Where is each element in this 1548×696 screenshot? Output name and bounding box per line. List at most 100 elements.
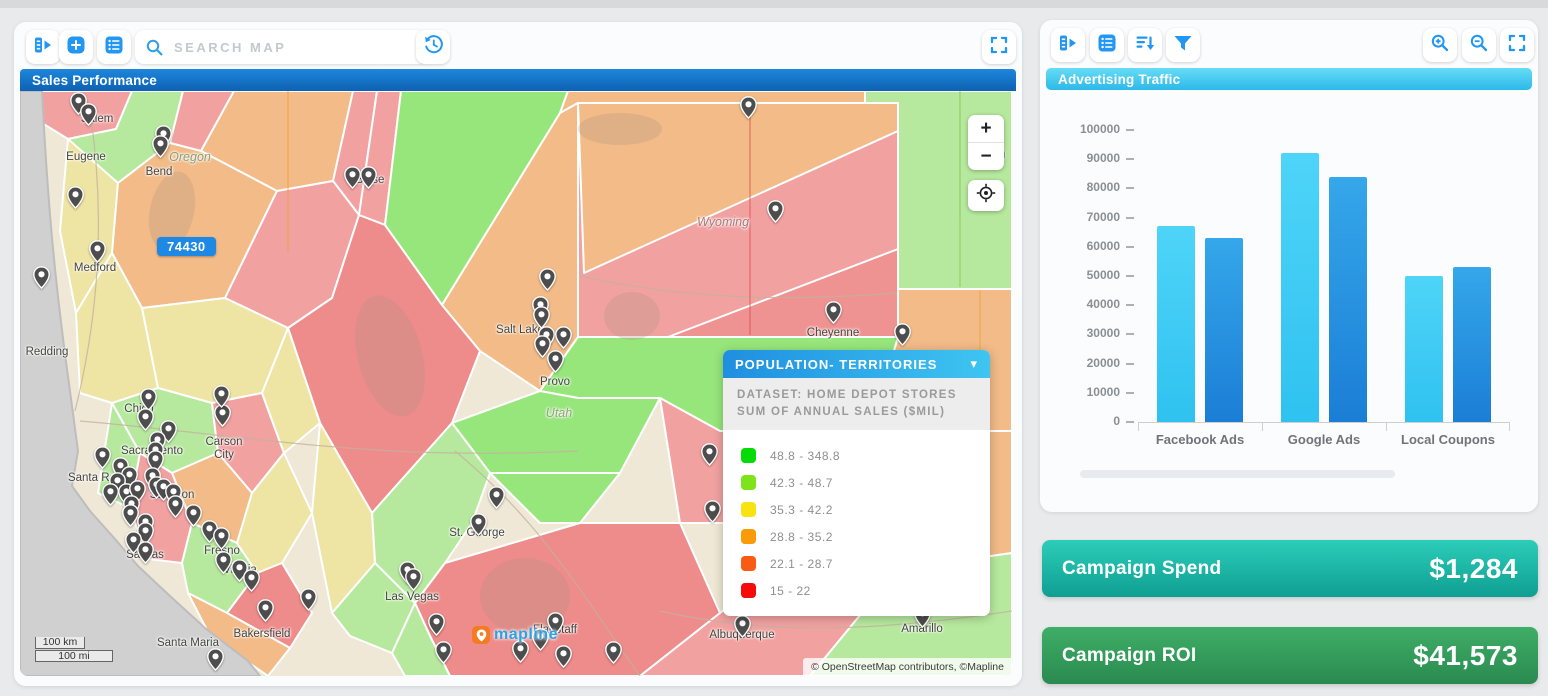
legend-dataset: DATASET: HOME DEPOT STORES SUM OF ANNUAL… [723, 378, 990, 430]
map-marker[interactable] [701, 443, 718, 466]
map-marker[interactable] [207, 648, 224, 671]
legend-item[interactable]: 35.3 - 42.2 [741, 496, 980, 523]
map-marker[interactable] [734, 615, 751, 638]
layers-list-button[interactable] [97, 30, 131, 64]
mapline-logo[interactable]: mapline [472, 626, 558, 644]
map-marker[interactable] [152, 135, 169, 158]
map-marker[interactable] [539, 268, 556, 291]
legend-dataset-line1: DATASET: HOME DEPOT STORES [737, 387, 976, 404]
map-marker[interactable] [137, 408, 154, 431]
map-marker[interactable] [470, 513, 487, 536]
y-axis-tick [1126, 275, 1134, 277]
zoom-out-button[interactable] [1462, 28, 1496, 62]
legend-item[interactable]: 48.8 - 348.8 [741, 442, 980, 469]
bar-facebook-ads-series-2[interactable] [1205, 238, 1243, 422]
legend-item[interactable]: 15 - 22 [741, 577, 980, 604]
bar-local-coupons-series-1[interactable] [1405, 276, 1443, 422]
map-marker[interactable] [300, 588, 317, 611]
map-marker[interactable] [257, 599, 274, 622]
list-view-button[interactable] [1090, 28, 1124, 62]
y-axis-tick-label: 70000 [1048, 210, 1120, 224]
panel-collapse-icon [32, 34, 54, 61]
map-marker[interactable] [488, 486, 505, 509]
panel-collapse-button[interactable] [1051, 28, 1085, 62]
map-marker[interactable] [89, 240, 106, 263]
y-axis-tick-label: 30000 [1048, 326, 1120, 340]
map-zoom-control: + − [968, 115, 1004, 170]
map-search [135, 30, 427, 64]
map-marker[interactable] [80, 103, 97, 126]
map-marker[interactable] [740, 96, 757, 119]
top-strip [0, 0, 1548, 8]
y-axis-tick [1126, 421, 1134, 423]
map-marker[interactable] [767, 200, 784, 223]
map-marker[interactable] [344, 166, 361, 189]
search-input[interactable] [172, 39, 417, 56]
zoom-in-icon [1430, 33, 1450, 58]
map-scale: 100 km 100 mi [35, 637, 113, 662]
map-marker[interactable] [894, 323, 911, 346]
panel-collapse-button[interactable] [26, 30, 60, 64]
chart-scrollbar[interactable] [1080, 470, 1395, 478]
map-marker[interactable] [215, 551, 232, 574]
map-marker[interactable] [167, 495, 184, 518]
map-marker[interactable] [555, 645, 572, 668]
legend-item[interactable]: 28.8 - 35.2 [741, 523, 980, 550]
fullscreen-button[interactable] [1500, 28, 1534, 62]
kpi-card-campaign-spend: Campaign Spend $1,284 [1042, 540, 1538, 597]
legend-range-label: 42.3 - 48.7 [770, 476, 833, 490]
map-marker[interactable] [33, 266, 50, 289]
map-marker[interactable] [94, 446, 111, 469]
bar-local-coupons-series-2[interactable] [1453, 267, 1491, 422]
legend-range-label: 48.8 - 348.8 [770, 449, 840, 463]
map-marker[interactable] [137, 541, 154, 564]
map-marker[interactable] [428, 613, 445, 636]
fullscreen-button[interactable] [982, 30, 1016, 64]
map-marker[interactable] [102, 483, 119, 506]
map-marker[interactable] [243, 569, 260, 592]
map-marker[interactable] [555, 326, 572, 349]
list-view-icon [1096, 32, 1118, 59]
map-marker[interactable] [405, 568, 422, 591]
y-axis-tick-label: 60000 [1048, 239, 1120, 253]
sort-button[interactable] [1128, 28, 1162, 62]
map-marker[interactable] [213, 385, 230, 408]
legend-item[interactable]: 22.1 - 28.7 [741, 550, 980, 577]
y-axis-tick-label: 40000 [1048, 297, 1120, 311]
add-button[interactable] [59, 30, 93, 64]
y-axis-tick-label: 90000 [1048, 151, 1120, 165]
map-marker[interactable] [67, 186, 84, 209]
zoom-in-button[interactable] [1423, 28, 1457, 62]
map-marker[interactable] [605, 641, 622, 664]
map-zoom-out-button[interactable]: − [968, 143, 1004, 170]
locate-button[interactable] [968, 180, 1004, 211]
map-marker[interactable] [825, 301, 842, 324]
map-marker[interactable] [435, 641, 452, 664]
fullscreen-icon [989, 35, 1009, 60]
y-axis-tick-label: 20000 [1048, 356, 1120, 370]
history-button[interactable] [416, 30, 450, 64]
map-marker[interactable] [185, 504, 202, 527]
kpi-value: $1,284 [1429, 553, 1518, 585]
chart-title: Advertising Traffic [1058, 72, 1180, 87]
map-zoom-in-button[interactable]: + [968, 115, 1004, 142]
legend-item[interactable]: 42.3 - 48.7 [741, 469, 980, 496]
plot-area: Facebook AdsGoogle AdsLocal Coupons [1138, 130, 1510, 423]
y-axis-tick-label: 10000 [1048, 385, 1120, 399]
map-attribution: © OpenStreetMap contributors, ©Mapline [803, 658, 1012, 676]
bar-google-ads-series-2[interactable] [1329, 177, 1367, 422]
bar-google-ads-series-1[interactable] [1281, 153, 1319, 422]
legend-header[interactable]: POPULATION- TERRITORIES ▾ [723, 350, 990, 378]
map-marker[interactable] [704, 500, 721, 523]
map-marker[interactable] [360, 166, 377, 189]
y-axis-tick-label: 100000 [1048, 122, 1120, 136]
map-marker[interactable] [213, 527, 230, 550]
bar-facebook-ads-series-1[interactable] [1157, 226, 1195, 422]
zip-code-badge[interactable]: 74430 [157, 237, 216, 256]
chart-panel: Advertising Traffic 01000020000300004000… [1040, 20, 1538, 512]
legend-swatch [741, 583, 756, 598]
map-marker[interactable] [547, 350, 564, 373]
filter-button[interactable] [1166, 28, 1200, 62]
sort-icon [1134, 32, 1156, 59]
map-canvas[interactable]: SalemEugeneOregonBendBoiseMedfordRedding… [20, 91, 1012, 676]
